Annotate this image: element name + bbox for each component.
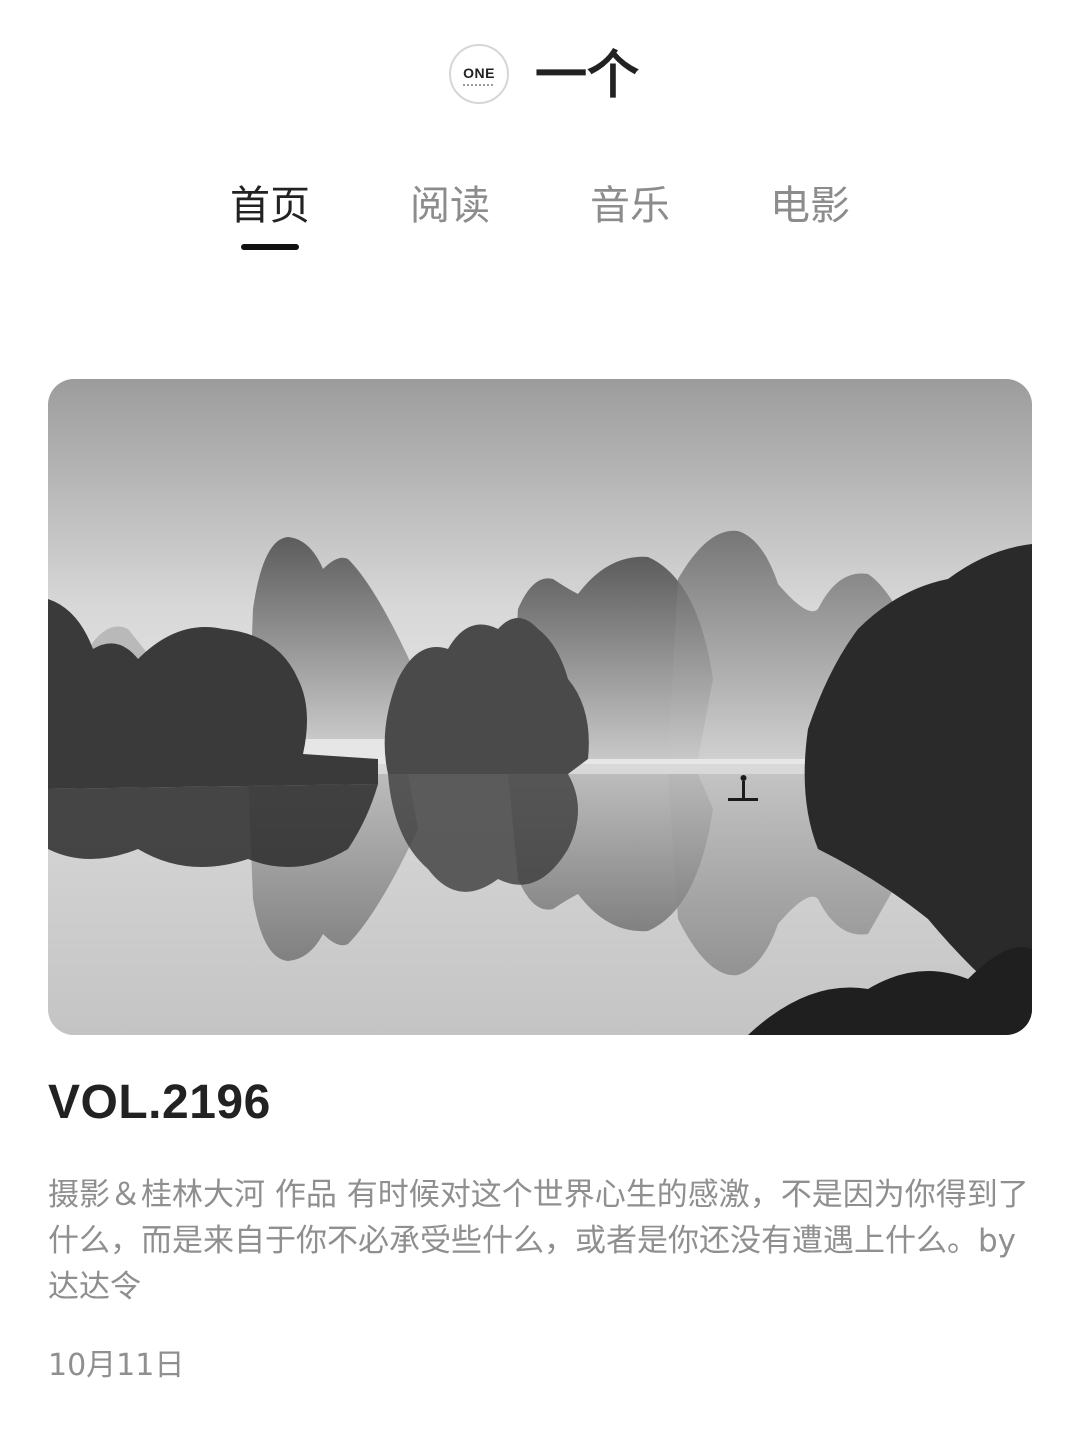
- logo-tagline-mark: [463, 84, 495, 86]
- publish-date: 10月11日: [48, 1348, 185, 1383]
- tab-home[interactable]: 首页: [210, 180, 330, 232]
- tab-movie[interactable]: 电影: [750, 180, 870, 232]
- tab-reading[interactable]: 阅读: [390, 180, 510, 232]
- one-logo[interactable]: ONE: [449, 44, 509, 104]
- app-title: 一个: [535, 46, 640, 106]
- app-header: ONE 一个: [0, 44, 1080, 108]
- tab-bar: 首页 阅读 音乐 电影: [0, 180, 1080, 260]
- active-tab-indicator: [241, 244, 299, 250]
- tab-music[interactable]: 音乐: [570, 180, 690, 232]
- hero-photo[interactable]: [48, 379, 1032, 1035]
- logo-text: ONE: [463, 65, 495, 81]
- photo-caption[interactable]: 摄影＆桂林大河 作品 有时候对这个世界心生的感激，不是因为你得到了什么，而是来自…: [48, 1172, 1032, 1310]
- volume-number: VOL.2196: [48, 1076, 271, 1129]
- landscape-photo-illustration: [48, 379, 1032, 1035]
